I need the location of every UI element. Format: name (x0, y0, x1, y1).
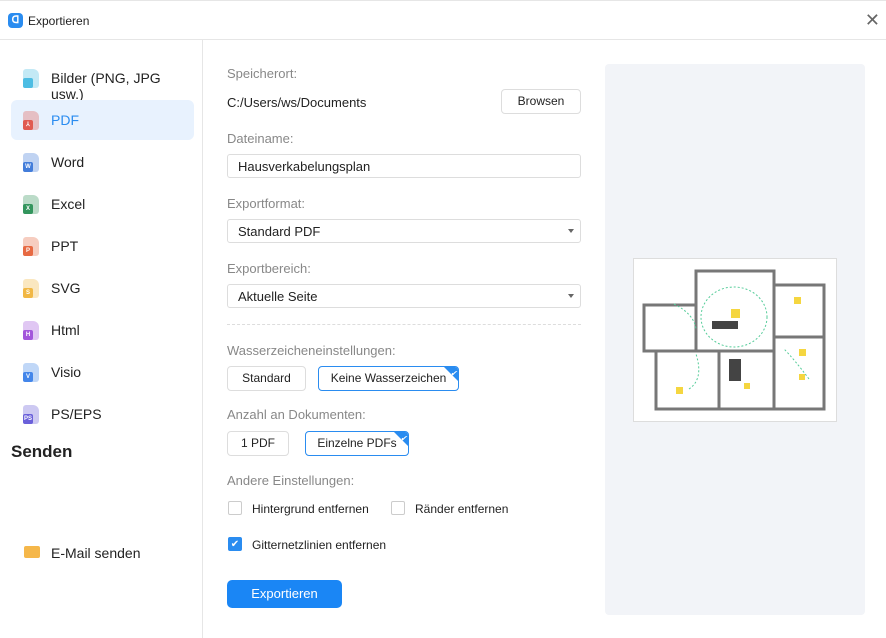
title-bar: ᗡ Exportieren ✕ (0, 0, 886, 40)
sidebar-item-pdf[interactable]: ⅄ PDF (11, 100, 194, 140)
sidebar-item-label: Visio (51, 364, 82, 380)
check-icon: ✔ (400, 434, 407, 443)
ppt-file-icon: P (23, 237, 39, 256)
badge: H (23, 330, 33, 340)
sidebar-item-label: E-Mail senden (51, 545, 141, 561)
separate-pdfs-button[interactable]: Einzelne PDFs ✔ (305, 431, 409, 456)
sidebar-item-html[interactable]: H Html (11, 310, 194, 350)
watermark-none-button[interactable]: Keine Wasserzeichen ✔ (318, 366, 459, 391)
docs-label: Anzahl an Dokumenten: (227, 407, 366, 422)
format-select[interactable]: Standard PDF (227, 219, 581, 243)
divider (227, 324, 581, 325)
preview-panel (605, 64, 865, 615)
floor-plan-image (642, 269, 826, 411)
export-button[interactable]: Exportieren (227, 580, 342, 608)
svg-file-icon: S (23, 279, 39, 298)
remove-gridlines-checkbox[interactable]: ✔ (228, 537, 242, 551)
sidebar-item-label: Html (51, 322, 80, 338)
range-label: Exportbereich: (227, 261, 311, 276)
location-label: Speicherort: (227, 66, 298, 81)
badge: P (23, 246, 33, 256)
range-value: Aktuelle Seite (238, 289, 318, 304)
remove-background-checkbox[interactable] (228, 501, 242, 515)
sidebar-item-visio[interactable]: V Visio (11, 352, 194, 392)
sidebar-item-label: Word (51, 154, 85, 170)
image-file-icon (23, 69, 39, 88)
sidebar-item-ppt[interactable]: P PPT (11, 226, 194, 266)
window-title: Exportieren (28, 14, 90, 28)
send-heading: Senden (11, 442, 73, 461)
remove-background-label: Hintergrund entfernen (252, 502, 369, 516)
chevron-down-icon (568, 229, 574, 233)
word-file-icon: W (23, 153, 39, 172)
sidebar-item-label: SVG (51, 280, 81, 296)
badge: W (23, 162, 33, 172)
sidebar-item-label: Bilder (PNG, JPG usw.) (51, 70, 161, 102)
mail-icon (24, 546, 40, 558)
remove-borders-label: Ränder entfernen (415, 502, 509, 516)
button-label: Keine Wasserzeichen (330, 371, 447, 385)
sidebar-item-bilder[interactable]: Bilder (PNG, JPG usw.) (11, 58, 194, 102)
chevron-down-icon (568, 294, 574, 298)
app-logo-icon: ᗡ (8, 13, 23, 28)
browse-button[interactable]: Browsen (501, 89, 581, 114)
range-select[interactable]: Aktuelle Seite (227, 284, 581, 308)
badge: X (23, 204, 33, 214)
badge: ⅄ (23, 120, 33, 130)
floor-plan-preview (633, 258, 837, 422)
watermark-standard-button[interactable]: Standard (227, 366, 306, 391)
badge (23, 78, 33, 88)
remove-borders-checkbox[interactable] (391, 501, 405, 515)
badge: V (23, 372, 33, 382)
sidebar-item-label: PPT (51, 238, 79, 254)
button-label: Einzelne PDFs (317, 436, 397, 450)
ps-file-icon: PS (23, 405, 39, 424)
other-settings-label: Andere Einstellungen: (227, 473, 355, 488)
watermark-label: Wasserzeicheneinstellungen: (227, 343, 396, 358)
sidebar-item-label: PS/EPS (51, 406, 102, 422)
filename-label: Dateiname: (227, 131, 294, 146)
check-icon: ✔ (450, 369, 457, 378)
html-file-icon: H (23, 321, 39, 340)
single-pdf-button[interactable]: 1 PDF (227, 431, 289, 456)
sidebar-item-label: PDF (51, 112, 79, 128)
sidebar-item-label: Excel (51, 196, 86, 212)
sidebar-item-excel[interactable]: X Excel (11, 184, 194, 224)
pdf-file-icon: ⅄ (23, 111, 39, 130)
excel-file-icon: X (23, 195, 39, 214)
sidebar-item-word[interactable]: W Word (11, 142, 194, 182)
close-icon[interactable]: ✕ (865, 10, 880, 31)
filename-input[interactable]: Hausverkabelungsplan (227, 154, 581, 178)
location-value: C:/Users/ws/Documents (227, 95, 367, 110)
sidebar: Senden E-Mail senden Bilder (PNG, JPG us… (0, 40, 203, 638)
format-value: Standard PDF (238, 224, 321, 239)
sidebar-item-ps[interactable]: PS PS/EPS (11, 394, 194, 434)
badge: S (23, 288, 33, 298)
sidebar-item-svg[interactable]: S SVG (11, 268, 194, 308)
format-label: Exportformat: (227, 196, 306, 211)
visio-file-icon: V (23, 363, 39, 382)
badge: PS (23, 414, 33, 424)
sidebar-item-email[interactable]: E-Mail senden (11, 533, 194, 573)
remove-gridlines-label: Gitternetzlinien entfernen (252, 538, 387, 552)
